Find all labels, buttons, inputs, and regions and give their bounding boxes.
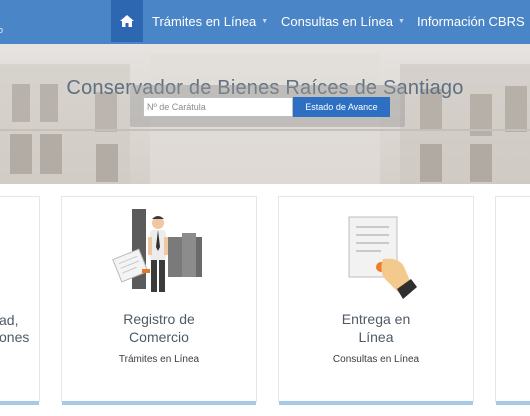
businessman-documents-icon [112,209,202,292]
caret-down-icon: ▼ [261,17,269,25]
card-accent-bar [62,401,256,405]
card-title-line-2: Línea [358,329,394,345]
top-navbar: o Trámites en Línea ▼ Consultas en Línea… [0,0,530,45]
card-title-line-1: Entrega en [341,311,411,327]
home-button[interactable] [111,0,143,42]
nav-menu-tramites[interactable]: Trámites en Línea ▼ [152,0,268,42]
nav-menu-consultas-label: Consultas en Línea [281,13,394,29]
nav-menu-tramites-label: Trámites en Línea [152,13,257,29]
nav-menu-consultas[interactable]: Consultas en Línea ▼ [281,0,405,42]
brand-text-fragment: o [0,25,4,35]
service-card-partial-left[interactable] [0,196,40,405]
card-accent-bar [0,401,39,405]
card-title-fragment-line-1: ad, [0,312,19,328]
nav-menu-informacion-label: Información CBRS [417,13,525,29]
card-title-line-2: Comercio [129,329,189,345]
home-icon [120,15,134,27]
caret-down-icon: ▼ [398,17,405,25]
certificate-delivery-icon [348,216,417,299]
status-check-button[interactable]: Estado de Avance [293,97,390,117]
card-title-line-1: Registro de [123,311,195,327]
nav-menu-informacion[interactable]: Información CBRS [417,0,525,42]
service-card-registro-comercio[interactable]: Registro de Comercio Trámites en Línea [61,196,257,405]
card-title-fragment-line-2: ones [0,329,30,345]
service-card-entrega-linea[interactable]: Entrega en Línea Consultas en Línea [278,196,474,405]
card-subtitle: Trámites en Línea [118,354,200,365]
caratula-number-input[interactable] [143,97,293,117]
service-card-partial-right[interactable] [495,196,530,405]
card-subtitle: Consultas en Línea [332,354,420,365]
card-accent-bar [279,401,473,405]
card-accent-bar [496,401,530,405]
